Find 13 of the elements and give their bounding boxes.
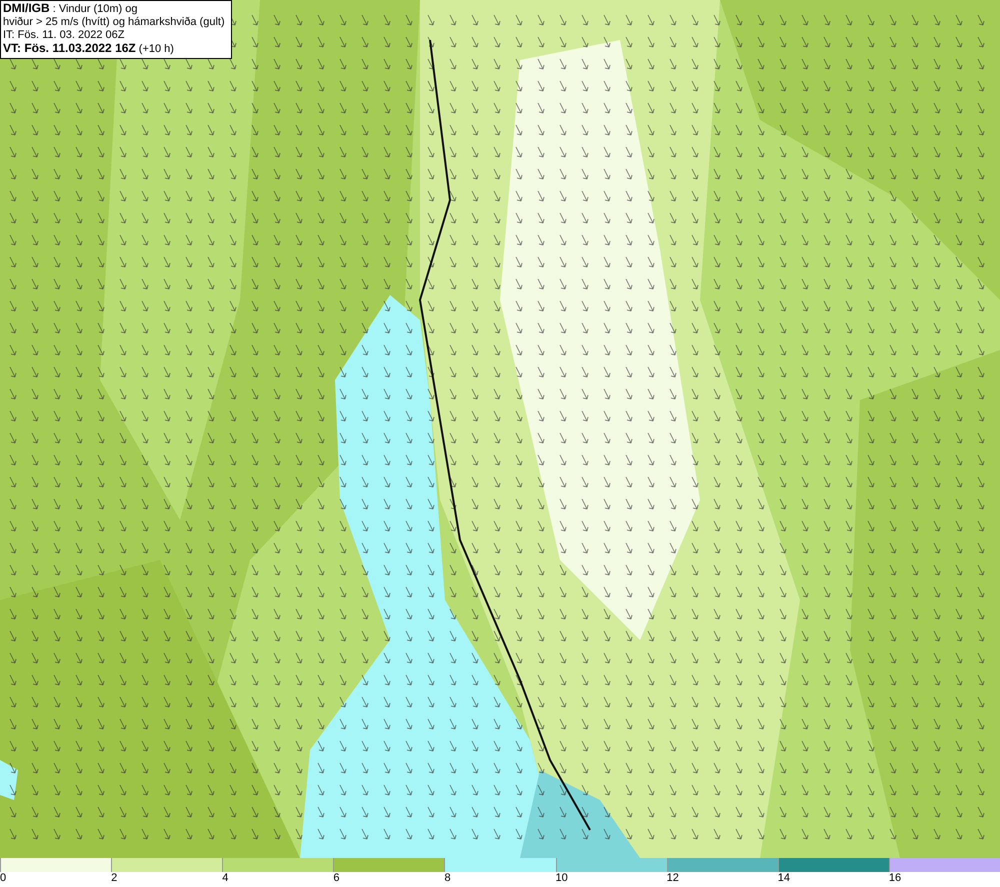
legend-label: 8	[444, 872, 451, 885]
title-line: IT: Fös. 11. 03. 2022 06Z	[3, 29, 126, 42]
legend-label: 10	[556, 872, 568, 885]
legend-label: 12	[666, 872, 679, 885]
title-line: VT: Fös. 11.03.2022 16Z (+10 h)	[3, 42, 175, 56]
legend-label: 4	[222, 872, 228, 885]
legend-label: 2	[111, 872, 118, 885]
title-line: DMI/IGB : Vindur (10m) og	[3, 2, 139, 16]
legend-label: 0	[0, 872, 6, 885]
legend-label: 14	[778, 872, 790, 885]
legend-label: 6	[333, 872, 340, 885]
title-line: hviður > 25 m/s (hvítt) og hámarkshviða (gult)	[3, 16, 226, 29]
legend-label: 16	[888, 872, 902, 885]
